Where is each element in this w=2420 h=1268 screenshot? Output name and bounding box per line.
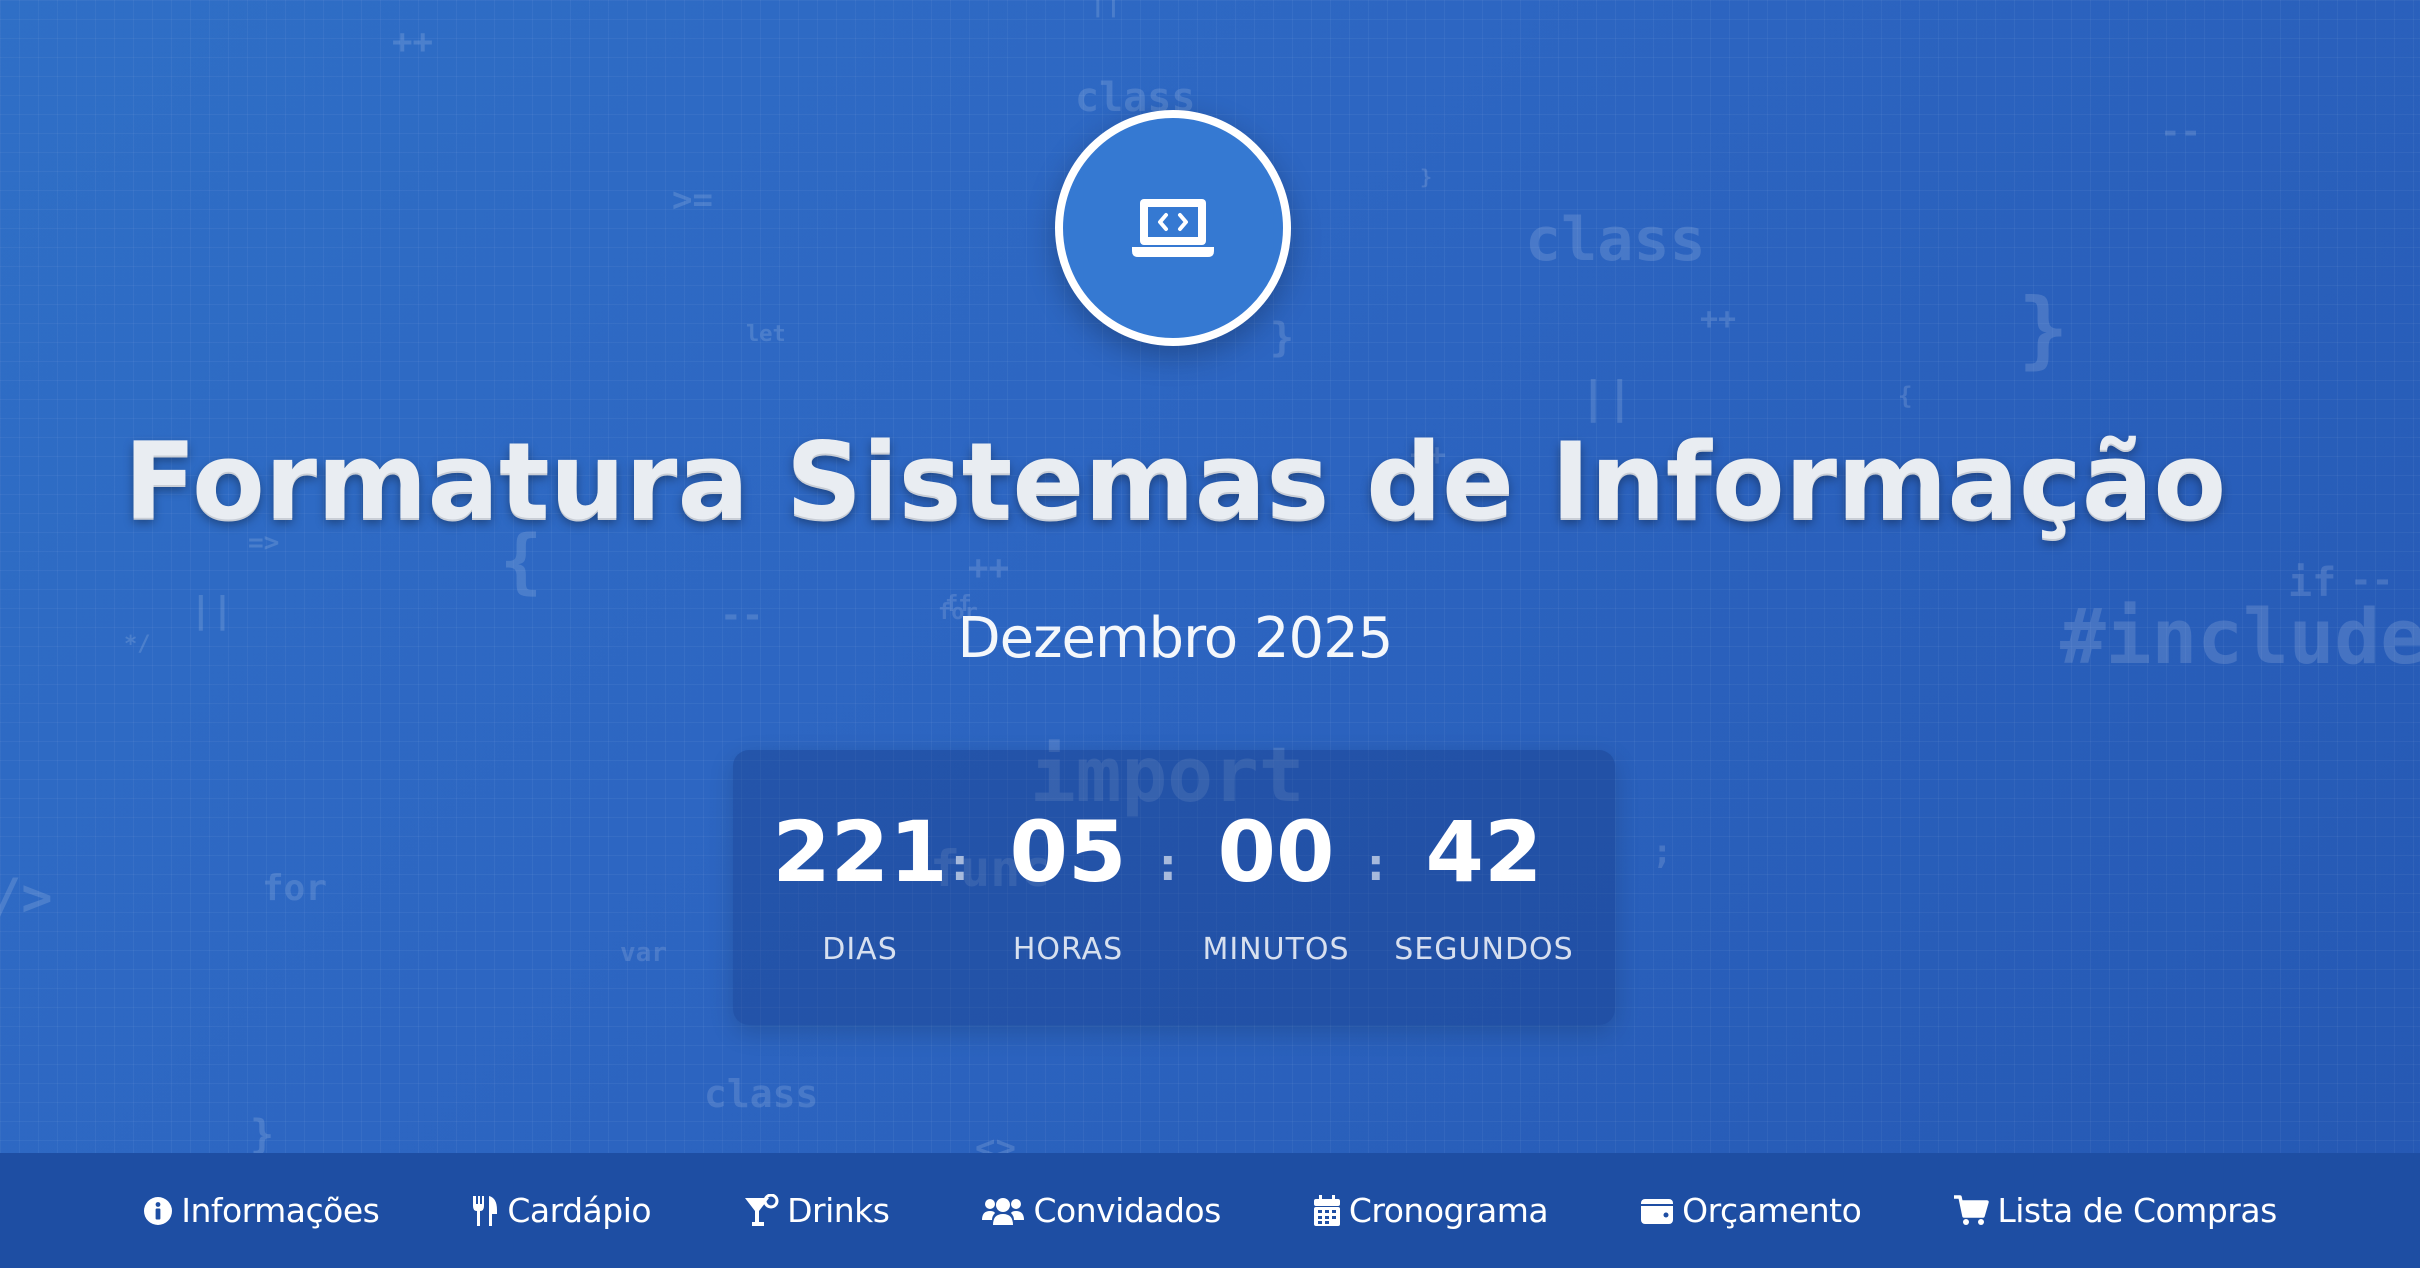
nav-item-lista-de-compras[interactable]: Lista de Compras [1953, 1191, 2277, 1230]
countdown-minutes: 00 MINUTOS [1176, 810, 1376, 967]
countdown-minutes-value: 00 [1217, 803, 1335, 901]
nav-item-drinks[interactable]: Drinks [743, 1191, 890, 1230]
countdown-seconds-label: SEGUNDOS [1394, 932, 1574, 967]
countdown-hours-value: 05 [1009, 803, 1127, 901]
countdown-seconds-value: 42 [1425, 803, 1543, 901]
shopping-cart-icon [1954, 1194, 1990, 1225]
laptop-code-icon [1132, 199, 1214, 257]
info-circle-icon [144, 1196, 173, 1225]
nav-item-label: Informações [181, 1191, 380, 1230]
nav-item-label: Convidados [1033, 1191, 1221, 1230]
countdown-seconds: 42 SEGUNDOS [1384, 810, 1584, 967]
calendar-icon [1313, 1194, 1340, 1226]
countdown-separator: : [1159, 840, 1177, 891]
countdown-minutes-label: MINUTOS [1202, 932, 1350, 967]
nav-item-informacoes[interactable]: Informações [143, 1191, 380, 1230]
nav-item-cronograma[interactable]: Cronograma [1313, 1191, 1549, 1230]
hero-section: Formatura Sistemas de Informação Dezembr… [0, 0, 2420, 1153]
nav-item-label: Orçamento [1682, 1191, 1862, 1230]
countdown-hours: 05 HORAS [968, 810, 1168, 967]
countdown-timer: 221 DIAS : 05 HORAS : 00 MINUTOS : 42 SE… [733, 750, 1615, 1025]
utensils-icon [473, 1195, 498, 1226]
event-date: Dezembro 2025 [957, 606, 1394, 671]
nav-item-orcamento[interactable]: Orçamento [1640, 1191, 1862, 1230]
nav-item-cardapio[interactable]: Cardápio [471, 1191, 652, 1230]
wallet-icon [1641, 1198, 1674, 1224]
nav-item-label: Cronograma [1348, 1191, 1549, 1230]
logo-circle [1055, 110, 1291, 346]
nav-item-label: Lista de Compras [1997, 1191, 2277, 1230]
nav-item-label: Drinks [787, 1191, 890, 1230]
countdown-separator: : [1367, 840, 1385, 891]
cocktail-icon [745, 1193, 779, 1226]
nav-item-label: Cardápio [507, 1191, 652, 1230]
page-title: Formatura Sistemas de Informação [123, 420, 2227, 543]
users-icon [982, 1197, 1025, 1225]
main-navbar: Informações Cardápio Drinks Convidados C… [0, 1153, 2420, 1268]
countdown-days-label: DIAS [822, 932, 898, 967]
nav-item-convidados[interactable]: Convidados [981, 1191, 1221, 1230]
countdown-days: 221 DIAS [760, 810, 960, 967]
countdown-hours-label: HORAS [1012, 932, 1124, 967]
countdown-days-value: 221 [772, 803, 948, 901]
countdown-separator: : [951, 840, 969, 891]
